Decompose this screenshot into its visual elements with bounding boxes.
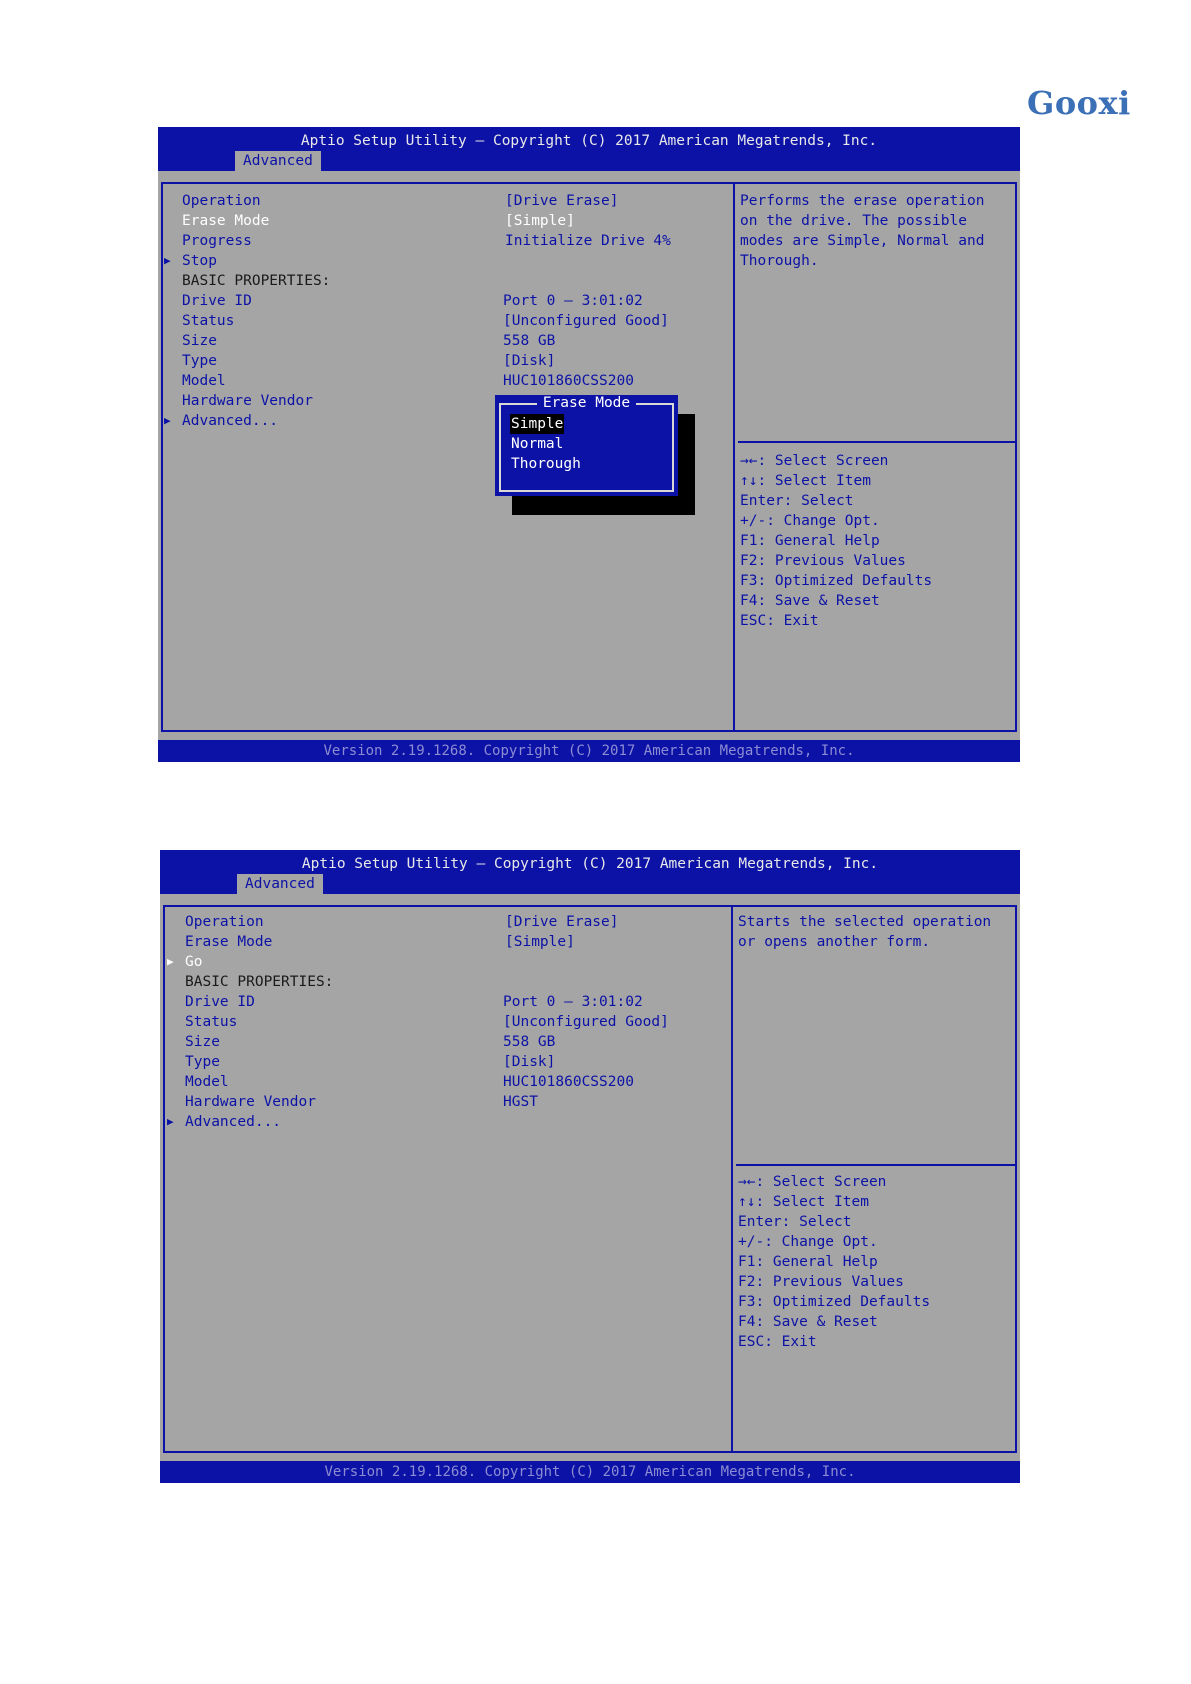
- bios-title: Aptio Setup Utility – Copyright (C) 2017…: [300, 133, 878, 149]
- popup-option-simple[interactable]: Simple: [510, 414, 565, 434]
- tab-advanced[interactable]: Advanced: [235, 151, 321, 171]
- item-status-value: [Unconfigured Good]: [503, 1014, 669, 1030]
- help-text-line: Thorough.: [740, 253, 819, 269]
- item-size-label: Size: [182, 333, 217, 349]
- bios-header: Aptio Setup Utility – Copyright (C) 2017…: [158, 127, 1020, 171]
- bios-footer: Version 2.19.1268. Copyright (C) 2017 Am…: [158, 740, 1020, 762]
- item-model-value: HUC101860CSS200: [503, 1074, 634, 1090]
- item-hardware-vendor-label: Hardware Vendor: [185, 1094, 316, 1110]
- item-hardware-vendor-label: Hardware Vendor: [182, 393, 313, 409]
- help-text-line: Starts the selected operation: [738, 914, 992, 930]
- item-type-value: [Disk]: [503, 353, 556, 369]
- bios-title: Aptio Setup Utility – Copyright (C) 2017…: [301, 856, 879, 872]
- help-separator: [736, 1164, 1015, 1166]
- panel-divider: [733, 182, 735, 732]
- item-model-label: Model: [185, 1074, 229, 1090]
- key-hint: Enter: Select: [740, 493, 854, 509]
- help-text-line: or opens another form.: [738, 934, 931, 950]
- panel-divider: [731, 905, 733, 1453]
- key-hint: ESC: Exit: [740, 613, 819, 629]
- bios-screen-erase-mode-popup: Aptio Setup Utility – Copyright (C) 2017…: [158, 127, 1020, 762]
- help-text-line: on the drive. The possible: [740, 213, 967, 229]
- item-size-value: 558 GB: [503, 333, 556, 349]
- section-basic-properties: BASIC PROPERTIES:: [185, 974, 334, 990]
- item-erase-mode-value[interactable]: [Simple]: [505, 211, 575, 231]
- popup-title: Erase Mode: [495, 394, 678, 412]
- item-advanced-submenu[interactable]: Advanced...: [182, 411, 278, 431]
- item-drive-id-value: Port 0 – 3:01:02: [503, 994, 643, 1010]
- item-operation-label[interactable]: Operation: [185, 912, 264, 932]
- bios-footer: Version 2.19.1268. Copyright (C) 2017 Am…: [160, 1461, 1020, 1483]
- item-operation-label[interactable]: Operation: [182, 191, 261, 211]
- key-hint: ESC: Exit: [738, 1334, 817, 1350]
- key-hint: F1: General Help: [740, 533, 880, 549]
- item-size-value: 558 GB: [503, 1034, 556, 1050]
- item-operation-value: [Drive Erase]: [505, 914, 619, 930]
- submenu-arrow-icon: ▶: [167, 955, 174, 968]
- help-text-line: modes are Simple, Normal and: [740, 233, 985, 249]
- tab-advanced[interactable]: Advanced: [237, 874, 323, 894]
- key-hint: F2: Previous Values: [740, 553, 906, 569]
- help-text-line: Performs the erase operation: [740, 193, 985, 209]
- item-model-label: Model: [182, 373, 226, 389]
- item-hardware-vendor-value: HGST: [503, 1094, 538, 1110]
- key-hint: ↑↓: Select Item: [740, 473, 871, 489]
- key-hint: +/-: Change Opt.: [740, 513, 880, 529]
- key-hint: F4: Save & Reset: [738, 1314, 878, 1330]
- bios-screen-go: Aptio Setup Utility – Copyright (C) 2017…: [160, 850, 1020, 1483]
- item-drive-id-label: Drive ID: [185, 994, 255, 1010]
- key-hint: F4: Save & Reset: [740, 593, 880, 609]
- section-basic-properties: BASIC PROPERTIES:: [182, 273, 331, 289]
- item-model-value: HUC101860CSS200: [503, 373, 634, 389]
- gooxi-logo: Gooxi: [1027, 84, 1131, 122]
- item-operation-value: [Drive Erase]: [505, 193, 619, 209]
- bios-header: Aptio Setup Utility – Copyright (C) 2017…: [160, 850, 1020, 894]
- key-hint: F3: Optimized Defaults: [738, 1294, 931, 1310]
- item-type-label: Type: [185, 1054, 220, 1070]
- item-status-label: Status: [185, 1014, 238, 1030]
- submenu-arrow-icon: ▶: [164, 414, 171, 427]
- key-hint: F1: General Help: [738, 1254, 878, 1270]
- key-hint: →←: Select Screen: [738, 1174, 887, 1190]
- key-hint: F2: Previous Values: [738, 1274, 904, 1290]
- popup-option-normal[interactable]: Normal: [511, 434, 563, 454]
- item-type-label: Type: [182, 353, 217, 369]
- item-status-value: [Unconfigured Good]: [503, 313, 669, 329]
- key-hint: ↑↓: Select Item: [738, 1194, 869, 1210]
- submenu-arrow-icon: ▶: [164, 254, 171, 267]
- key-hint: F3: Optimized Defaults: [740, 573, 933, 589]
- item-advanced-submenu[interactable]: Advanced...: [185, 1112, 281, 1132]
- item-erase-mode-label[interactable]: Erase Mode: [185, 932, 272, 952]
- item-status-label: Status: [182, 313, 235, 329]
- erase-mode-popup: Erase Mode Simple Normal Thorough: [495, 395, 678, 496]
- item-size-label: Size: [185, 1034, 220, 1050]
- key-hint: →←: Select Screen: [740, 453, 889, 469]
- key-hint: +/-: Change Opt.: [738, 1234, 878, 1250]
- item-go[interactable]: Go: [185, 952, 202, 972]
- item-progress-label: Progress: [182, 233, 252, 249]
- item-progress-value: Initialize Drive 4%: [505, 233, 671, 249]
- item-drive-id-label: Drive ID: [182, 293, 252, 309]
- popup-option-thorough[interactable]: Thorough: [511, 454, 581, 474]
- key-hint: Enter: Select: [738, 1214, 852, 1230]
- item-type-value: [Disk]: [503, 1054, 556, 1070]
- help-separator: [738, 441, 1017, 443]
- item-erase-mode-value: [Simple]: [505, 934, 575, 950]
- submenu-arrow-icon: ▶: [167, 1115, 174, 1128]
- item-drive-id-value: Port 0 – 3:01:02: [503, 293, 643, 309]
- item-stop[interactable]: Stop: [182, 251, 217, 271]
- item-erase-mode-label[interactable]: Erase Mode: [182, 211, 269, 231]
